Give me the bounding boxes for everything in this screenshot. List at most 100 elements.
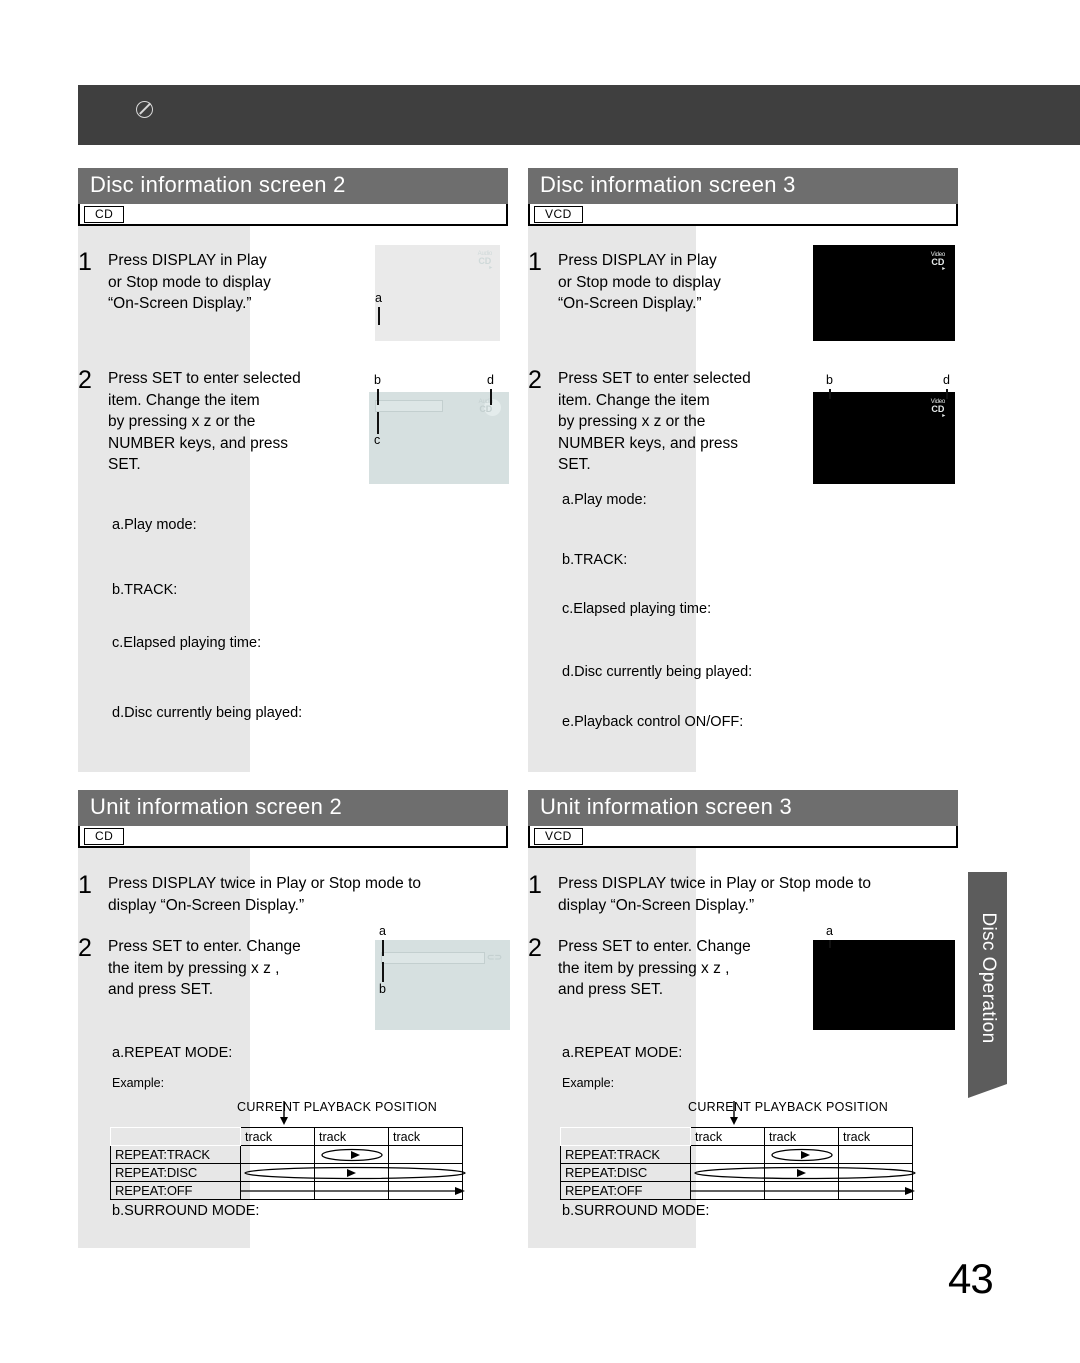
sub-item-c: c.Elapsed playing time: xyxy=(112,635,262,651)
disc-tag-row: VCD xyxy=(528,204,958,226)
logo-line-3: ▸ xyxy=(489,265,492,271)
sub-item-c: c.Elapsed playing time: xyxy=(562,601,712,617)
panel-unit-information-screen-3: Unit information screen 3 VCD xyxy=(528,790,958,848)
callout-a-leader xyxy=(382,940,384,956)
step-text: Press SET to enter selected item. Change… xyxy=(558,370,751,473)
table-row: REPEAT:DISC xyxy=(560,1163,916,1182)
repeat-mode-label: REPEAT:TRACK xyxy=(560,1145,691,1164)
step-number: 2 xyxy=(78,366,92,394)
step-text: Press SET to enter selected item. Change… xyxy=(108,370,301,473)
logo-line-2: ⊂⊃ xyxy=(486,952,502,962)
logo-line-2: CD xyxy=(479,404,493,414)
osd-progress-bar xyxy=(375,400,443,412)
table-row: REPEAT:OFF xyxy=(560,1181,915,1200)
panel-disc-information-screen-3: Disc information screen 3 VCD xyxy=(528,168,958,226)
disc-type-badge: CD xyxy=(84,828,125,845)
callout-d-leader xyxy=(490,389,492,405)
disc-tag-row: CD xyxy=(78,204,508,226)
table-cell-track: track xyxy=(690,1127,765,1146)
osd-screenshot-2: Video CD ▸ xyxy=(813,392,955,484)
callout-c-leader xyxy=(377,412,379,434)
callout-b: b xyxy=(826,373,833,387)
callout-d: d xyxy=(943,373,950,387)
table-header-row: track track track xyxy=(110,1127,463,1146)
sub-item-e: e.Playback control ON/OFF: xyxy=(562,714,744,730)
repeat-track-arrow-icon xyxy=(771,1148,833,1162)
repeat-mode-label: REPEAT:DISC xyxy=(560,1163,691,1182)
table-cell xyxy=(388,1181,463,1200)
repeat-mode-label: REPEAT:TRACK xyxy=(110,1145,241,1164)
table-cell xyxy=(388,1163,463,1182)
table-cell-straight-arrow xyxy=(240,1181,465,1200)
table-cell xyxy=(314,1181,389,1200)
table-cell-straight-arrow xyxy=(690,1181,915,1200)
osd-screenshot-1: Video CD ▸ xyxy=(813,245,955,341)
section-tab-disc-operation: Disc Operation xyxy=(968,872,1007,1098)
current-playback-position-label: CURRENT PLAYBACK POSITION xyxy=(237,1100,438,1114)
step-text: Press SET to enter. Change the item by p… xyxy=(558,938,751,998)
step-1: 1 Press DISPLAY in Play or Stop mode to … xyxy=(78,250,271,315)
callout-a-leader xyxy=(829,940,831,948)
osd-progress-bar xyxy=(381,952,485,964)
osd-screenshot-2: Audio CD xyxy=(369,392,509,484)
step-2: 2 Press SET to enter. Change the item by… xyxy=(528,936,751,1001)
step-text: Press DISPLAY in Play or Stop mode to di… xyxy=(558,252,721,312)
logo-line-2: CD xyxy=(931,404,945,414)
table-cell-track: track xyxy=(240,1127,315,1146)
table-cell-track: track xyxy=(838,1127,913,1146)
panel-unit-information-screen-2: Unit information screen 2 CD xyxy=(78,790,508,848)
callout-b: b xyxy=(379,982,386,996)
callout-b: b xyxy=(374,373,381,387)
osd-screenshot-1: Audio CD ▸ xyxy=(375,245,500,341)
table-cell xyxy=(240,1145,315,1164)
sub-item-b: b.TRACK: xyxy=(562,552,628,568)
table-header-row: track track track xyxy=(560,1127,913,1146)
step-2: 2 Press SET to enter selected item. Chan… xyxy=(528,368,751,476)
step-number: 2 xyxy=(528,934,542,962)
step-number: 1 xyxy=(528,248,542,276)
audio-cd-logo-icon: Audio CD ▸ xyxy=(478,251,493,272)
callout-a: a xyxy=(379,924,386,938)
step-number: 2 xyxy=(528,366,542,394)
callout-a: a xyxy=(826,924,833,938)
panel-title: Disc information screen 2 xyxy=(78,168,508,204)
repeat-mode-label: REPEAT:OFF xyxy=(110,1181,241,1200)
logo-line-2: CD xyxy=(931,257,945,267)
sub-item-b-surround-mode: b.SURROUND MODE: xyxy=(562,1203,710,1219)
callout-b-leader xyxy=(377,389,379,405)
step-number: 1 xyxy=(78,871,92,899)
table-cell-track: track xyxy=(388,1127,463,1146)
step-number: 1 xyxy=(78,248,92,276)
repeat-mode-label: REPEAT:DISC xyxy=(110,1163,241,1182)
step-number: 2 xyxy=(78,934,92,962)
table-cell-blank xyxy=(110,1127,241,1146)
step-text: Press DISPLAY twice in Play or Stop mode… xyxy=(108,875,422,914)
sub-item-b-surround-mode: b.SURROUND MODE: xyxy=(112,1203,260,1219)
table-cell xyxy=(764,1181,839,1200)
step-1: 1 Press DISPLAY in Play or Stop mode to … xyxy=(528,250,721,315)
tab-notch xyxy=(968,1084,1007,1098)
section-tab-label: Disc Operation xyxy=(977,912,999,1044)
step-2: 2 Press SET to enter selected item. Chan… xyxy=(78,368,301,476)
callout-d-leader xyxy=(946,389,948,399)
table-cell xyxy=(388,1145,463,1164)
sub-item-d: d.Disc currently being played: xyxy=(562,664,753,680)
table-cell-loop-disc xyxy=(690,1163,916,1182)
table-cell xyxy=(838,1163,913,1182)
callout-d: d xyxy=(487,373,494,387)
page-number: 43 xyxy=(948,1255,994,1302)
sub-item-a: a.Play mode: xyxy=(112,517,197,533)
table-cell-loop-track xyxy=(764,1145,839,1164)
sub-item-a-repeat-mode: a.REPEAT MODE: xyxy=(112,1045,233,1061)
repeat-mode-table: track track track REPEAT:TRACK REPEAT:DI… xyxy=(110,1101,466,1200)
current-position-pointer-icon xyxy=(730,1101,738,1125)
table-cell xyxy=(314,1163,389,1182)
table-cell-blank xyxy=(560,1127,691,1146)
header-bar xyxy=(78,85,1080,145)
panel-title: Unit information screen 2 xyxy=(78,790,508,826)
disc-tag-row: CD xyxy=(78,826,508,848)
table-row: REPEAT:TRACK xyxy=(110,1145,463,1164)
osd-screenshot-repeat: ⊂⊃ xyxy=(375,940,510,1030)
table-cell-track: track xyxy=(764,1127,839,1146)
repeat-mode-label: REPEAT:OFF xyxy=(560,1181,691,1200)
